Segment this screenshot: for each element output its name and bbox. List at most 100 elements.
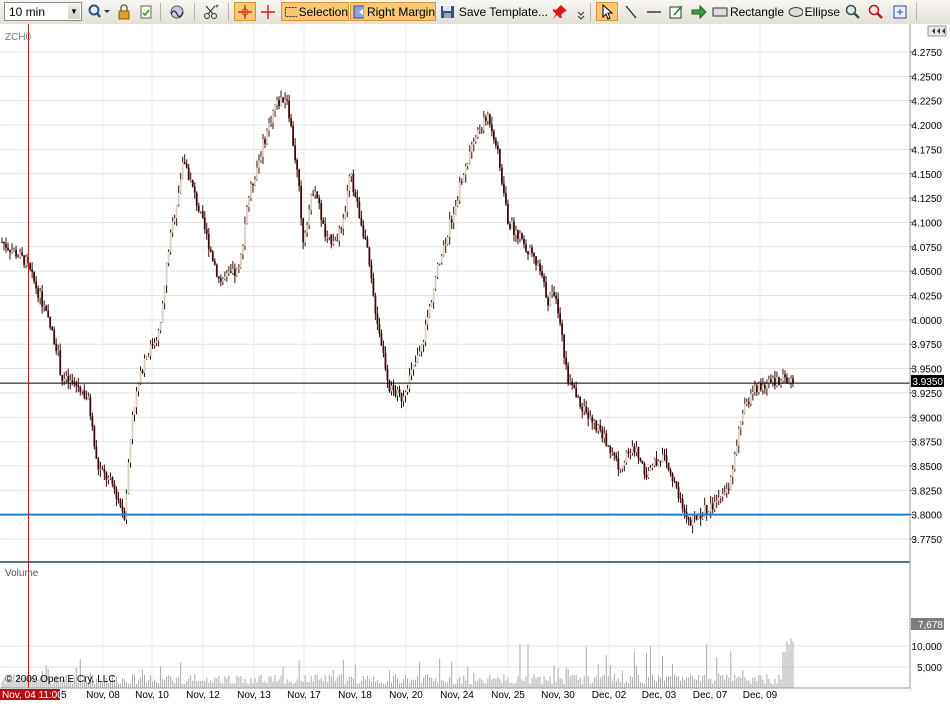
price-chart[interactable]: 4.2750 4.2500 4.2250 4.2000 4.1750 4.1500 4.12… [0, 24, 950, 708]
interval-select[interactable]: 10 min ▼ [4, 2, 82, 21]
price-bar-body [95, 446, 98, 459]
price-bar-body [446, 237, 449, 245]
price-bar-body [701, 517, 704, 519]
price-bar-body [757, 383, 760, 393]
note-icon [669, 4, 683, 18]
cursor-arrow-icon [602, 3, 614, 20]
date-label: Nov, 17 [287, 690, 321, 701]
right-margin-icon [353, 5, 364, 18]
price-bar-body [607, 446, 610, 447]
price-bar-body [193, 186, 196, 193]
price-bar-body [39, 291, 42, 298]
price-bar-body [61, 375, 64, 382]
price-bar-body [344, 211, 347, 219]
price-bar-body [195, 192, 198, 206]
price-bar-body [199, 210, 202, 212]
studies-button[interactable] [166, 2, 188, 21]
scissors-icon [204, 3, 219, 19]
price-bar-body [372, 278, 375, 296]
fit-button[interactable] [890, 2, 910, 21]
price-bar-body [513, 221, 515, 235]
crosshair-tool-button[interactable] [234, 2, 256, 21]
price-bar-body [368, 247, 371, 266]
price-bar-body [567, 365, 570, 383]
zoom-out-button[interactable] [866, 2, 886, 21]
price-bar-body [515, 230, 517, 235]
price-tick-label: 4.2750 [911, 48, 942, 59]
price-bar-body [237, 267, 240, 269]
price-bar-body [215, 264, 218, 277]
price-bar-body [264, 139, 266, 144]
price-bar-body [633, 446, 636, 453]
rectangle-tool-button[interactable]: Rectangle [712, 2, 784, 21]
price-bar-body [298, 169, 301, 187]
price-bar-body [131, 414, 134, 440]
price-bar-body [143, 358, 146, 373]
price-bar-body [591, 416, 594, 423]
price-bar-body [468, 151, 471, 164]
properties-button[interactable] [137, 2, 155, 21]
right-margin-button[interactable]: Right Margin [350, 2, 436, 21]
pointer-tool-button[interactable] [596, 2, 618, 21]
price-bar-body [523, 238, 525, 245]
pin-button[interactable] [550, 2, 570, 21]
price-bar-body [175, 204, 178, 219]
price-bar-body [63, 379, 66, 382]
price-bar-body [213, 260, 216, 265]
price-bar-body [601, 429, 604, 439]
price-bar-body [430, 302, 433, 306]
price-bar-body [450, 219, 453, 223]
price-bar-body [201, 210, 204, 218]
price-bar-body [426, 316, 429, 325]
price-bar-body [454, 206, 457, 215]
price-bar-body [127, 462, 130, 494]
price-bar-body [577, 396, 580, 398]
zoom-in-button[interactable] [843, 2, 863, 21]
note-tool-button[interactable] [666, 2, 686, 21]
price-bar-body [57, 350, 60, 352]
price-bar-body [679, 498, 682, 500]
price-bar-body [507, 203, 509, 224]
price-bar-body [191, 179, 194, 187]
price-tick-label: 4.1500 [911, 170, 942, 181]
price-bar-body [774, 378, 776, 386]
cross-tool-button[interactable] [258, 2, 278, 21]
toolbar-overflow-button[interactable] [576, 2, 586, 21]
price-bar-body [322, 220, 325, 224]
price-bar-body [782, 374, 784, 381]
ellipse-icon [788, 6, 803, 17]
selection-button[interactable]: Selection [281, 2, 349, 21]
price-bar-body [484, 117, 487, 121]
axis-scroll-buttons[interactable] [927, 25, 947, 37]
price-bar-body [324, 223, 327, 237]
price-bar-body [235, 268, 238, 276]
ellipse-tool-button[interactable]: Ellipse [788, 2, 840, 21]
price-bar-body [647, 470, 650, 478]
arrow-tool-button[interactable] [689, 2, 709, 21]
price-tick-label: 4.0250 [911, 292, 942, 303]
chevron-down-icon[interactable]: ▼ [68, 4, 80, 19]
cut-button[interactable] [200, 2, 222, 21]
price-bar-body [171, 221, 174, 233]
price-bar-body [252, 183, 254, 186]
horizontal-line-tool-button[interactable] [644, 2, 664, 21]
price-tick-label: 3.8750 [911, 438, 942, 449]
price-bar-body [161, 303, 164, 323]
lock-button[interactable] [115, 2, 133, 21]
date-label: Dec, 03 [642, 690, 677, 701]
price-bar-body [424, 324, 427, 342]
cursor-time-suffix: 5 [61, 690, 67, 701]
price-bar-body [466, 163, 469, 167]
price-bar-body [330, 234, 333, 244]
price-bar-body [792, 378, 794, 384]
price-bar-body [587, 412, 590, 419]
save-template-button[interactable]: Save Template... [440, 2, 548, 21]
price-bar-body [627, 451, 630, 454]
fit-icon [893, 5, 907, 18]
trend-line-tool-button[interactable] [622, 2, 640, 21]
price-bar-body [509, 223, 511, 229]
separator [916, 3, 917, 21]
price-bar-body [328, 234, 331, 237]
zoom-dropdown-button[interactable] [86, 2, 112, 21]
price-bar-body [384, 352, 387, 369]
